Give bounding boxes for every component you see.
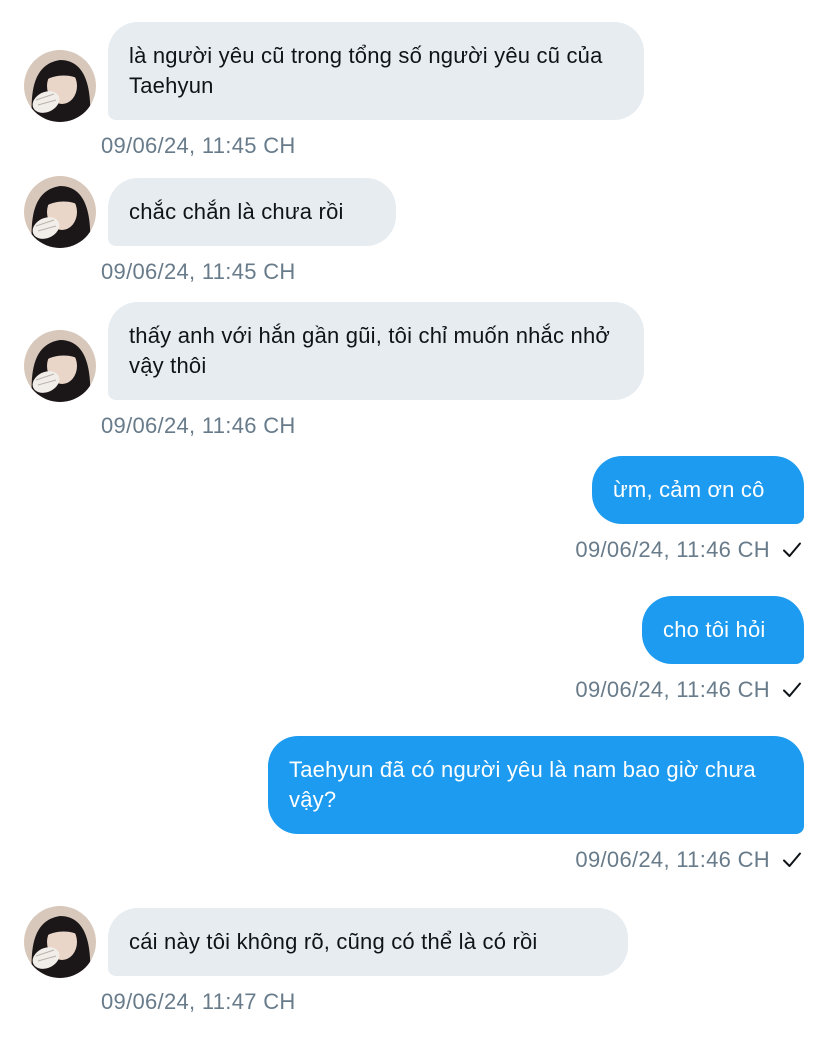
message-bubble-outgoing[interactable]: Taehyun đã có người yêu là nam bao giờ c… <box>268 736 804 834</box>
message-timestamp: 09/06/24, 11:45 CH <box>101 133 296 158</box>
message-bubble-incoming[interactable]: là người yêu cũ trong tổng số người yêu … <box>108 22 644 120</box>
check-icon <box>782 540 802 566</box>
message-bubble-incoming[interactable]: chắc chắn là chưa rồi <box>108 178 396 246</box>
message-timestamp: 09/06/24, 11:46 CH <box>575 847 802 876</box>
message-text: cái này tôi không rõ, cũng có thể là có … <box>129 929 538 954</box>
timestamp-text: 09/06/24, 11:46 CH <box>575 677 770 702</box>
message-timestamp: 09/06/24, 11:46 CH <box>575 537 802 566</box>
message-text: thấy anh với hắn gần gũi, tôi chỉ muốn n… <box>129 323 611 378</box>
message-timestamp: 09/06/24, 11:46 CH <box>101 413 296 438</box>
contact-avatar[interactable] <box>24 50 96 122</box>
check-icon <box>782 850 802 876</box>
contact-avatar[interactable] <box>24 906 96 978</box>
message-text: ừm, cảm ơn cô <box>613 477 765 502</box>
contact-avatar[interactable] <box>24 330 96 402</box>
message-bubble-incoming[interactable]: thấy anh với hắn gần gũi, tôi chỉ muốn n… <box>108 302 644 400</box>
timestamp-text: 09/06/24, 11:46 CH <box>575 847 770 872</box>
message-bubble-outgoing[interactable]: cho tôi hỏi <box>642 596 804 664</box>
message-text: chắc chắn là chưa rồi <box>129 199 344 224</box>
message-text: cho tôi hỏi <box>663 617 766 642</box>
check-icon <box>782 680 802 706</box>
message-text: là người yêu cũ trong tổng số người yêu … <box>129 43 603 98</box>
timestamp-text: 09/06/24, 11:46 CH <box>575 537 770 562</box>
message-text: Taehyun đã có người yêu là nam bao giờ c… <box>289 757 756 812</box>
message-timestamp: 09/06/24, 11:46 CH <box>575 677 802 706</box>
message-timestamp: 09/06/24, 11:45 CH <box>101 259 296 284</box>
message-bubble-incoming[interactable]: cái này tôi không rõ, cũng có thể là có … <box>108 908 628 976</box>
message-timestamp: 09/06/24, 11:47 CH <box>101 989 296 1014</box>
message-bubble-outgoing[interactable]: ừm, cảm ơn cô <box>592 456 804 524</box>
contact-avatar[interactable] <box>24 176 96 248</box>
